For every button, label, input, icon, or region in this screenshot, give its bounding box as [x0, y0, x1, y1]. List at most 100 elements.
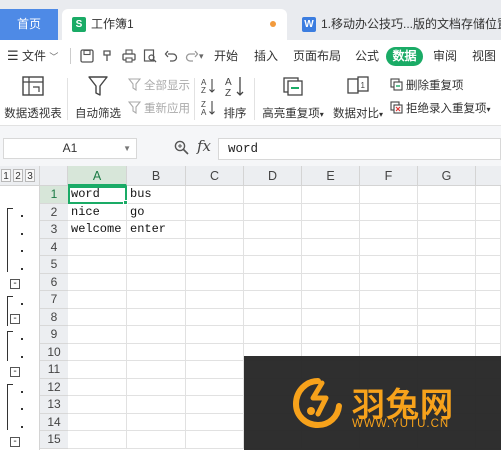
cell-b15[interactable]: [127, 431, 186, 449]
highlight-duplicates-button[interactable]: 高亮重复项▾: [260, 75, 326, 121]
menu-review[interactable]: 审阅: [433, 40, 457, 72]
cell-g6[interactable]: [418, 273, 476, 291]
cell-d3[interactable]: [244, 221, 302, 239]
cell-h9[interactable]: [476, 326, 501, 344]
row-header-12[interactable]: 12: [40, 378, 68, 396]
row-header-9[interactable]: 9: [40, 326, 68, 344]
cell-b4[interactable]: [127, 238, 186, 256]
reapply-button[interactable]: 重新应用: [128, 101, 190, 117]
cell-a5[interactable]: [68, 256, 127, 274]
cell-d4[interactable]: [244, 238, 302, 256]
row-header-15[interactable]: 15: [40, 431, 68, 449]
row-header-11[interactable]: 11: [40, 361, 68, 379]
cell-f8[interactable]: [360, 308, 418, 326]
sort-descending-icon[interactable]: ZA: [201, 99, 216, 116]
cell-a4[interactable]: [68, 238, 127, 256]
cell-f5[interactable]: [360, 256, 418, 274]
cell-h1[interactable]: [476, 186, 501, 204]
cell-d2[interactable]: [244, 203, 302, 221]
cell-f2[interactable]: [360, 203, 418, 221]
cell-c6[interactable]: [186, 273, 244, 291]
cell-e2[interactable]: [302, 203, 360, 221]
cell-b8[interactable]: [127, 308, 186, 326]
select-all-corner[interactable]: [40, 166, 68, 186]
cell-a14[interactable]: [68, 413, 127, 431]
cell-f6[interactable]: [360, 273, 418, 291]
cell-g5[interactable]: [418, 256, 476, 274]
print-icon[interactable]: [122, 49, 136, 63]
cell-b6[interactable]: [127, 273, 186, 291]
cell-b3[interactable]: enter: [127, 221, 186, 239]
save-icon[interactable]: [80, 49, 94, 63]
cell-b5[interactable]: [127, 256, 186, 274]
cell-a6[interactable]: [68, 273, 127, 291]
cell-d8[interactable]: [244, 308, 302, 326]
file-menu-button[interactable]: ☰ 文件 ﹀: [7, 40, 58, 72]
cell-b1[interactable]: bus: [127, 186, 186, 204]
cell-c8[interactable]: [186, 308, 244, 326]
cell-e8[interactable]: [302, 308, 360, 326]
cell-d9[interactable]: [244, 326, 302, 344]
cell-f1[interactable]: [360, 186, 418, 204]
cell-c7[interactable]: [186, 291, 244, 309]
column-header-h[interactable]: [476, 166, 501, 186]
cell-e6[interactable]: [302, 273, 360, 291]
sort-ascending-icon[interactable]: AZ: [201, 77, 216, 94]
outline-level-3[interactable]: 3: [25, 169, 35, 182]
row-header-1[interactable]: 1: [40, 186, 68, 204]
cell-g1[interactable]: [418, 186, 476, 204]
menu-insert[interactable]: 插入: [254, 40, 278, 72]
column-header-d[interactable]: D: [244, 166, 302, 186]
cell-b13[interactable]: [127, 396, 186, 414]
cell-c2[interactable]: [186, 203, 244, 221]
column-header-e[interactable]: E: [302, 166, 360, 186]
cell-h6[interactable]: [476, 273, 501, 291]
cell-a13[interactable]: [68, 396, 127, 414]
menu-data[interactable]: 数据: [386, 47, 423, 66]
cell-g8[interactable]: [418, 308, 476, 326]
cell-h5[interactable]: [476, 256, 501, 274]
insert-function-button[interactable]: fx: [197, 137, 211, 155]
row-header-7[interactable]: 7: [40, 291, 68, 309]
cell-a3[interactable]: welcome: [68, 221, 127, 239]
cell-h7[interactable]: [476, 291, 501, 309]
cell-c9[interactable]: [186, 326, 244, 344]
format-painter-icon[interactable]: [101, 49, 115, 63]
data-compare-button[interactable]: 1 数据对比▾: [330, 75, 386, 121]
cell-c11[interactable]: [186, 361, 244, 379]
collapse-group-button[interactable]: -: [10, 437, 20, 447]
cell-h3[interactable]: [476, 221, 501, 239]
cell-b7[interactable]: [127, 291, 186, 309]
cell-c10[interactable]: [186, 343, 244, 361]
tab-workbook[interactable]: S 工作簿1: [62, 9, 287, 40]
cell-a11[interactable]: [68, 361, 127, 379]
menu-home[interactable]: 开始: [214, 40, 238, 72]
cell-d6[interactable]: [244, 273, 302, 291]
cell-a7[interactable]: [68, 291, 127, 309]
row-header-2[interactable]: 2: [40, 203, 68, 221]
row-header-4[interactable]: 4: [40, 238, 68, 256]
cell-e1[interactable]: [302, 186, 360, 204]
cell-b14[interactable]: [127, 413, 186, 431]
sort-button[interactable]: AZ 排序: [221, 75, 249, 121]
cell-b10[interactable]: [127, 343, 186, 361]
cell-c12[interactable]: [186, 378, 244, 396]
cell-e4[interactable]: [302, 238, 360, 256]
row-header-14[interactable]: 14: [40, 413, 68, 431]
cell-f3[interactable]: [360, 221, 418, 239]
show-all-button[interactable]: 全部显示: [128, 78, 190, 94]
collapse-group-button[interactable]: -: [10, 367, 20, 377]
column-header-a[interactable]: A: [68, 166, 127, 186]
cell-b9[interactable]: [127, 326, 186, 344]
menu-formulas[interactable]: 公式: [355, 40, 379, 72]
cell-a9[interactable]: [68, 326, 127, 344]
cell-b12[interactable]: [127, 378, 186, 396]
cell-c4[interactable]: [186, 238, 244, 256]
column-header-b[interactable]: B: [127, 166, 186, 186]
remove-duplicates-button[interactable]: 删除重复项: [390, 78, 464, 94]
tab-home[interactable]: 首页: [0, 9, 58, 40]
cell-c13[interactable]: [186, 396, 244, 414]
cell-b11[interactable]: [127, 361, 186, 379]
column-header-f[interactable]: F: [360, 166, 418, 186]
cell-g2[interactable]: [418, 203, 476, 221]
